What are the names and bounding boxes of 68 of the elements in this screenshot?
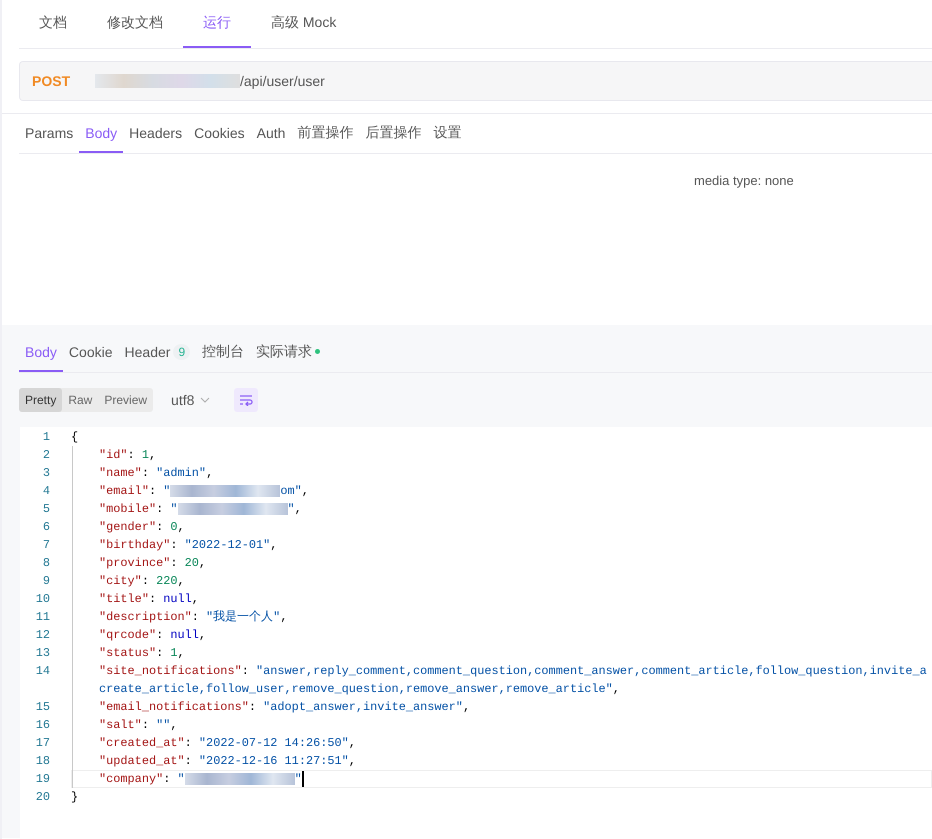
view-mode-tab[interactable]: Preview <box>98 388 154 412</box>
url-field[interactable]: /api/user/user <box>95 73 325 89</box>
line-number: 10 <box>34 591 51 608</box>
count-badge: 9 <box>173 344 190 360</box>
line-number: 18 <box>34 753 51 770</box>
line-number: 4 <box>42 483 51 500</box>
line-number: 19 <box>34 771 51 788</box>
word-wrap-button[interactable] <box>234 388 258 412</box>
tab[interactable]: 运行 <box>183 0 251 48</box>
line-number: 3 <box>42 465 51 482</box>
line-number: 16 <box>34 717 51 734</box>
tab[interactable]: 实际请求 <box>250 333 326 372</box>
line-number: 1 <box>42 429 51 446</box>
code-line: "email_notifications": "adopt_answer,invite_answer", <box>71 698 932 716</box>
line-number: 14 <box>34 663 51 680</box>
line-number: 2 <box>42 447 51 464</box>
tab[interactable]: 控制台 <box>196 333 250 372</box>
tab[interactable]: Body <box>19 333 63 372</box>
code-line: "id": 1, <box>71 446 932 464</box>
code-line: "status": 1, <box>71 644 932 662</box>
code-line: "mobile": " ", <box>71 500 932 518</box>
encoding-dropdown[interactable]: utf8 <box>167 392 214 408</box>
line-number: 13 <box>34 645 51 662</box>
line-number: 6 <box>42 519 51 536</box>
code-line: "qrcode": null, <box>71 626 932 644</box>
code-line: "gender": 0, <box>71 518 932 536</box>
tab[interactable]: 设置 <box>427 114 468 153</box>
line-number: 12 <box>34 627 51 644</box>
code-line: "name": "admin", <box>71 464 932 482</box>
tab[interactable]: Body <box>79 114 124 153</box>
tab[interactable]: Headers <box>123 114 188 153</box>
tab[interactable]: Header 9 <box>118 333 196 372</box>
tab[interactable]: 后置操作 <box>359 114 428 153</box>
tab[interactable]: Cookie <box>62 333 119 372</box>
view-mode-tab[interactable]: Pretty <box>19 388 62 412</box>
code-line: "description": "我是一个人", <box>71 608 932 626</box>
code-line: } <box>71 789 80 806</box>
media-type-label: media type: none <box>694 173 794 188</box>
code-line: "birthday": "2022-12-01", <box>71 536 932 554</box>
line-number: 11 <box>34 609 51 626</box>
tab[interactable]: Cookies <box>188 114 251 153</box>
line-number: 8 <box>42 555 51 572</box>
code-line: "created_at": "2022-07-12 14:26:50", <box>71 734 932 752</box>
line-number: 20 <box>34 789 51 806</box>
code-line: create_article,follow_user,remove_question,remove_answer,remove_article", <box>71 680 932 698</box>
tab[interactable]: Auth <box>250 114 292 153</box>
caret-down-icon <box>200 397 210 403</box>
code-line: { <box>71 429 80 446</box>
tab[interactable]: 前置操作 <box>291 114 360 153</box>
word-wrap-icon <box>239 394 254 406</box>
line-number: 17 <box>34 735 51 752</box>
code-line: "email": " om", <box>71 482 932 500</box>
code-line: "title": null, <box>71 590 932 608</box>
tab[interactable]: 高级 Mock <box>251 0 356 48</box>
code-line: "site_notifications": "answer,reply_comment,comment_question,comment_answer,comment_article,follow_question,invite_a <box>71 662 932 680</box>
code-line: "salt": "", <box>71 716 932 734</box>
view-mode-tab[interactable]: Raw <box>62 388 98 412</box>
code-line: "province": 20, <box>71 554 932 572</box>
line-number: 5 <box>42 501 51 518</box>
tab[interactable]: Params <box>19 114 80 153</box>
line-number: 7 <box>42 537 51 554</box>
tab[interactable]: 文档 <box>19 0 87 48</box>
code-line: "city": 220, <box>71 572 932 590</box>
tab[interactable]: 修改文档 <box>87 0 183 48</box>
line-number: 15 <box>34 699 51 716</box>
line-number: 9 <box>42 573 51 590</box>
http-method: POST <box>31 73 72 89</box>
code-line: "updated_at": "2022-12-16 11:27:51", <box>71 752 932 770</box>
